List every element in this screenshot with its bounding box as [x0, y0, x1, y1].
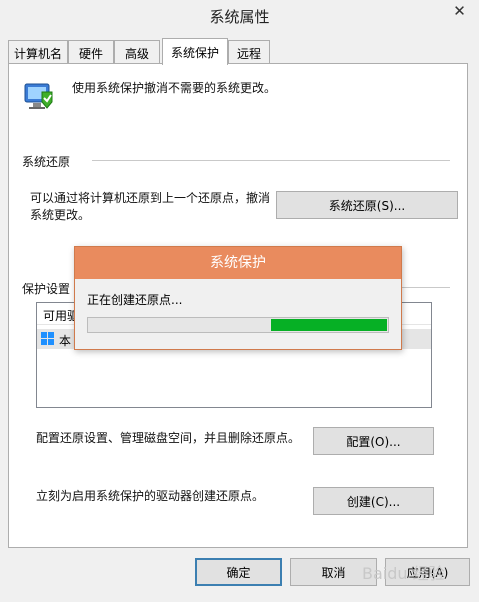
- cancel-button-label: 取消: [321, 565, 346, 580]
- create-text: 立刻为启用系统保护的驱动器创建还原点。: [36, 489, 265, 503]
- system-protection-icon: [22, 78, 56, 112]
- tab-label: 计算机名: [13, 47, 62, 61]
- tab-remote[interactable]: 远程: [228, 40, 270, 63]
- tab-label: 系统保护: [170, 46, 219, 60]
- tab-hardware[interactable]: 硬件: [68, 40, 114, 63]
- progress-bar: [87, 317, 389, 333]
- dialog-title: 系统保护: [75, 247, 401, 279]
- divider: [92, 160, 450, 161]
- ok-button[interactable]: 确定: [195, 558, 282, 586]
- configure-text: 配置还原设置、管理磁盘空间，并且删除还原点。: [36, 431, 301, 445]
- configure-button-label: 配置(O)...: [346, 434, 401, 449]
- drive-name: 本: [59, 334, 72, 348]
- tab-computer-name[interactable]: 计算机名: [8, 40, 68, 63]
- dialog-status-text: 正在创建还原点...: [87, 293, 183, 307]
- restore-group-label: 系统还原: [22, 155, 71, 169]
- title-bar: 系统属性 ✕: [0, 0, 479, 34]
- restore-description-line1: 可以通过将计算机还原到上一个还原点，撤消: [30, 191, 271, 205]
- create-button-label: 创建(C)...: [346, 494, 401, 509]
- tab-advanced[interactable]: 高级: [114, 40, 160, 63]
- close-icon: ✕: [453, 2, 466, 20]
- tab-label: 高级: [124, 47, 149, 61]
- system-restore-button-label: 系统还原(S)...: [328, 198, 406, 213]
- create-button[interactable]: 创建(C)...: [313, 487, 434, 515]
- dialog-body: 正在创建还原点...: [75, 279, 401, 349]
- ok-button-label: 确定: [226, 565, 251, 580]
- intro-text: 使用系统保护撤消不需要的系统更改。: [72, 81, 277, 95]
- watermark: Baidu 经验: [362, 564, 445, 583]
- configure-button[interactable]: 配置(O)...: [313, 427, 434, 455]
- tab-label: 远程: [236, 47, 261, 61]
- close-button[interactable]: ✕: [440, 0, 479, 22]
- tab-label: 硬件: [78, 47, 103, 61]
- progress-fill: [270, 319, 387, 331]
- restore-description-line2: 系统更改。: [30, 208, 91, 222]
- divider: [402, 287, 450, 288]
- windows-drive-icon: [41, 332, 55, 346]
- window-title: 系统属性: [209, 8, 270, 26]
- protection-group-label: 保护设置: [22, 282, 71, 296]
- system-protection-dialog: 系统保护 正在创建还原点...: [74, 246, 402, 350]
- tab-system-protection[interactable]: 系统保护: [162, 38, 228, 65]
- system-restore-button[interactable]: 系统还原(S)...: [276, 191, 458, 219]
